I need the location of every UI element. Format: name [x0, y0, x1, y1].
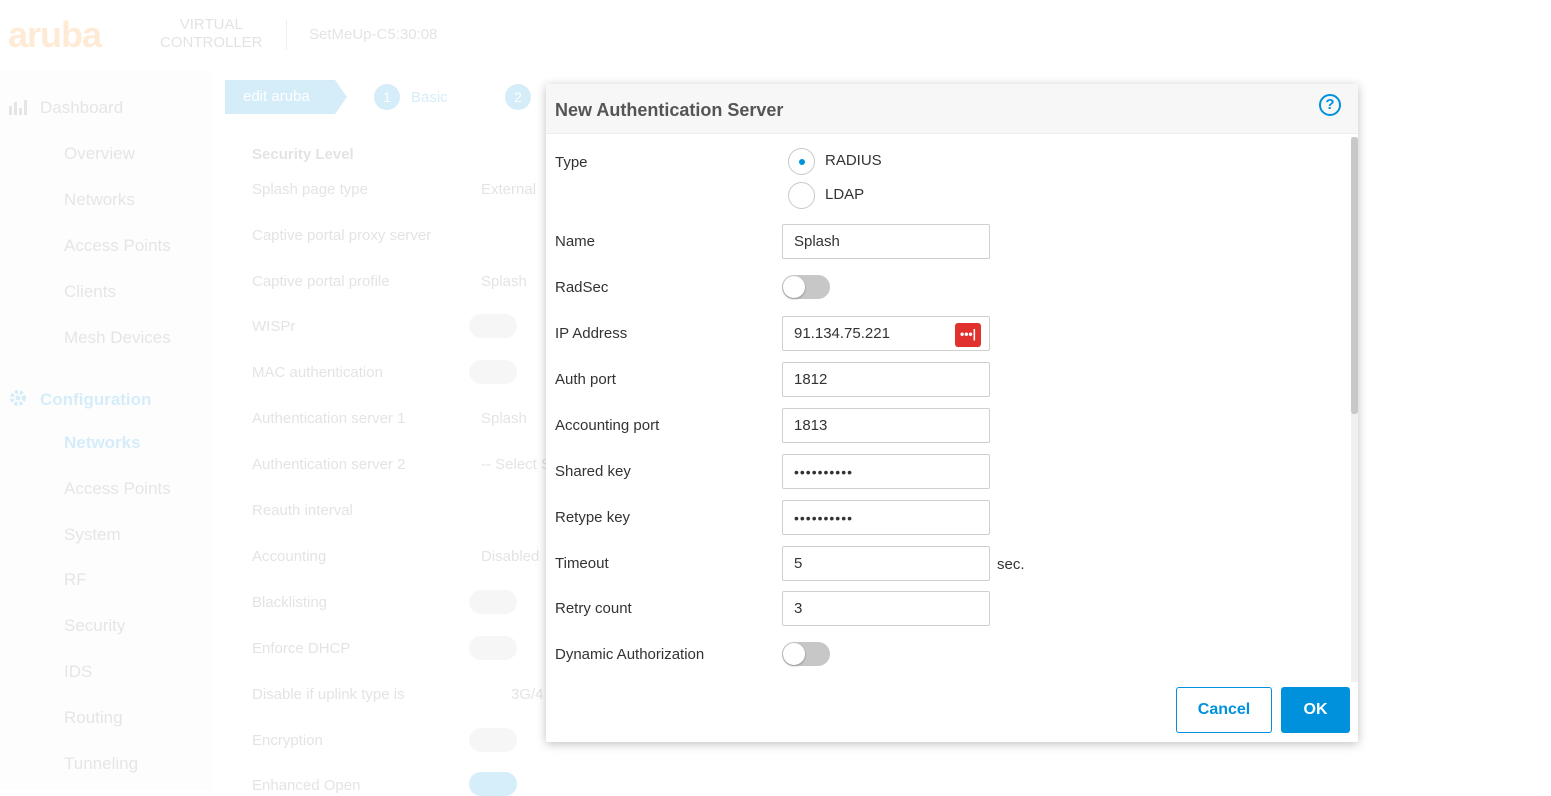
bar-chart-icon	[8, 98, 28, 116]
sidebar-configuration[interactable]: Configuration	[8, 388, 151, 410]
encryption-toggle[interactable]	[469, 728, 517, 752]
retry-count-input[interactable]	[782, 591, 990, 626]
wispr-toggle[interactable]	[469, 314, 517, 338]
auth-port-input[interactable]	[782, 362, 990, 397]
header-divider	[286, 20, 287, 50]
form-label: MAC authentication	[252, 364, 383, 381]
mac-auth-toggle[interactable]	[469, 360, 517, 384]
shared-key-label: Shared key	[555, 463, 631, 480]
form-label: Accounting	[252, 548, 327, 565]
dynamic-authorization-label: Dynamic Authorization	[555, 646, 705, 663]
sidebar-item-routing[interactable]: Routing	[64, 708, 123, 728]
form-value[interactable]: Disabled	[481, 548, 539, 565]
sidebar-dashboard[interactable]: Dashboard	[8, 98, 123, 118]
radius-radio[interactable]	[788, 148, 815, 175]
auth-port-label: Auth port	[555, 371, 616, 388]
form-label: Authentication server 1	[252, 410, 406, 427]
sidebar-item-mesh-devices[interactable]: Mesh Devices	[64, 328, 171, 348]
dialog-header: New Authentication Server ?	[546, 84, 1358, 134]
device-name: SetMeUp-C5:30:08	[309, 26, 438, 43]
form-value[interactable]: -- Select S	[481, 456, 551, 473]
name-input[interactable]	[782, 224, 990, 259]
form-value[interactable]: Splash	[481, 273, 527, 290]
retype-key-label: Retype key	[555, 509, 631, 526]
form-label: Captive portal profile	[252, 273, 390, 290]
sidebar-item-system[interactable]: System	[64, 525, 121, 545]
section-title: Security Level	[252, 146, 354, 163]
sidebar-item-clients[interactable]: Clients	[64, 282, 116, 302]
form-label: Splash page type	[252, 181, 368, 198]
shared-key-input[interactable]	[782, 454, 990, 489]
form-label: Disable if uplink type is	[252, 686, 405, 703]
radius-radio-label[interactable]: RADIUS	[825, 152, 882, 169]
timeout-input[interactable]	[782, 546, 990, 581]
ldap-radio-label[interactable]: LDAP	[825, 186, 864, 203]
accounting-port-input[interactable]	[782, 408, 990, 443]
sidebar-item-security[interactable]: Security	[64, 616, 125, 636]
blacklisting-toggle[interactable]	[469, 590, 517, 614]
form-label: Authentication server 2	[252, 456, 406, 473]
sidebar-item-rf[interactable]: RF	[64, 570, 87, 590]
form-value[interactable]: External	[481, 181, 536, 198]
ok-button[interactable]: OK	[1281, 687, 1350, 733]
top-bar: aruba VIRTUAL CONTROLLER SetMeUp-C5:30:0…	[0, 0, 1551, 70]
toggle-knob	[783, 276, 805, 298]
timeout-unit: sec.	[997, 556, 1025, 573]
sidebar-item-config-networks[interactable]: Networks	[64, 433, 141, 453]
timeout-label: Timeout	[555, 555, 609, 572]
radsec-label: RadSec	[555, 279, 609, 296]
dialog-title: New Authentication Server	[555, 100, 784, 120]
dynamic-authorization-toggle[interactable]	[782, 642, 830, 666]
wizard-step-2-number[interactable]: 2	[505, 84, 531, 110]
sidebar-item-networks[interactable]: Networks	[64, 190, 135, 210]
question-circle-icon[interactable]: ?	[1319, 94, 1341, 116]
form-label: Captive portal proxy server	[252, 227, 432, 244]
name-label: Name	[555, 233, 596, 250]
cancel-button[interactable]: Cancel	[1176, 687, 1272, 733]
wizard-step-1-label[interactable]: Basic	[411, 89, 448, 106]
enhanced-open-toggle[interactable]	[469, 772, 517, 796]
sidebar-item-ids[interactable]: IDS	[64, 662, 92, 682]
new-authentication-server-dialog: New Authentication Server ? Type RADIUS …	[546, 84, 1358, 742]
form-label: Enhanced Open	[252, 777, 361, 794]
wizard-step-arrow	[335, 80, 347, 114]
form-label: Blacklisting	[252, 594, 328, 611]
sidebar-item-tunneling[interactable]: Tunneling	[64, 754, 138, 774]
product-name: VIRTUAL CONTROLLER	[160, 16, 263, 51]
sidebar-item-overview[interactable]: Overview	[64, 144, 135, 164]
type-label: Type	[555, 154, 588, 171]
form-value[interactable]: Splash	[481, 410, 527, 427]
accounting-port-label: Accounting port	[555, 417, 660, 434]
retype-key-input[interactable]	[782, 500, 990, 535]
sidebar: Dashboard Overview Networks Access Point…	[0, 70, 212, 790]
scrollbar-thumb[interactable]	[1351, 137, 1358, 414]
password-manager-icon[interactable]: •••|	[955, 323, 981, 347]
form-value[interactable]: 3G/4	[511, 686, 544, 703]
wizard-step-1-number[interactable]: 1	[374, 84, 400, 110]
form-label: Reauth interval	[252, 502, 353, 519]
toggle-knob	[783, 643, 805, 665]
ldap-radio[interactable]	[788, 182, 815, 209]
gear-icon	[8, 388, 28, 406]
enforce-dhcp-toggle[interactable]	[469, 636, 517, 660]
sidebar-item-access-points[interactable]: Access Points	[64, 236, 171, 256]
aruba-logo: aruba	[8, 14, 102, 55]
ip-address-label: IP Address	[555, 325, 628, 342]
radsec-toggle[interactable]	[782, 275, 830, 299]
wizard-current-step[interactable]: edit aruba	[225, 80, 335, 114]
form-label: WISPr	[252, 318, 296, 335]
form-label: Enforce DHCP	[252, 640, 351, 657]
dialog-scrollbar[interactable]	[1351, 137, 1358, 682]
retry-count-label: Retry count	[555, 600, 632, 617]
form-label: Encryption	[252, 732, 323, 749]
sidebar-item-config-access-points[interactable]: Access Points	[64, 479, 171, 499]
